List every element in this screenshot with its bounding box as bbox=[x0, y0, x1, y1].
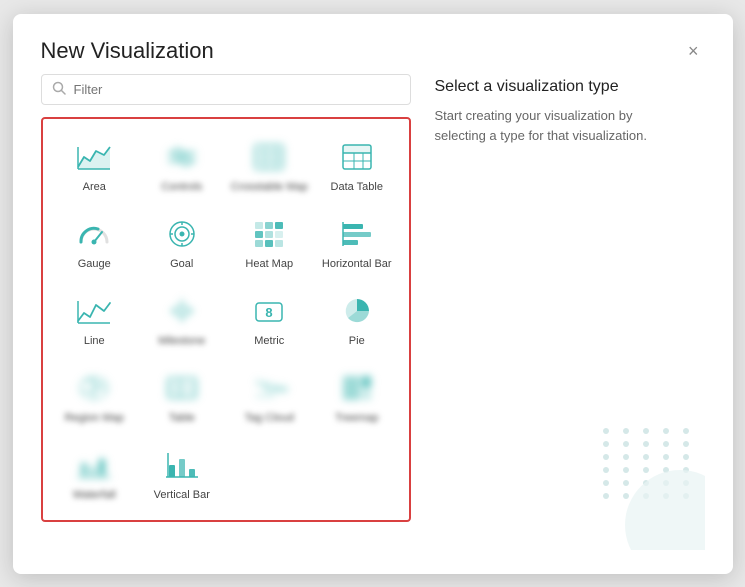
line-label: Line bbox=[84, 335, 105, 348]
heat-map-icon bbox=[249, 216, 289, 252]
treemap-icon bbox=[337, 370, 377, 406]
decorative-dot bbox=[623, 454, 629, 460]
decorative-dot bbox=[623, 428, 629, 434]
decorative-dot bbox=[603, 428, 609, 434]
viz-item-vertical-bar[interactable]: Vertical Bar bbox=[138, 437, 226, 510]
search-icon bbox=[52, 81, 66, 98]
decorative-dot bbox=[603, 454, 609, 460]
goal-label: Goal bbox=[170, 258, 193, 271]
viz-item-horizontal-bar[interactable]: Horizontal Bar bbox=[313, 206, 401, 279]
svg-text:words: words bbox=[255, 393, 275, 400]
right-panel: Select a visualization type Start creati… bbox=[435, 74, 705, 550]
viz-item-heat-map[interactable]: Heat Map bbox=[226, 206, 314, 279]
decorative-dot bbox=[683, 441, 689, 447]
vertical-bar-icon bbox=[162, 447, 202, 483]
decorative-dot bbox=[623, 441, 629, 447]
viz-item-metric[interactable]: 8 Metric bbox=[226, 283, 314, 356]
decorative-dot bbox=[663, 428, 669, 434]
viz-item-waterfall[interactable]: Waterfall bbox=[51, 437, 139, 510]
viz-item-treemap[interactable]: Treemap bbox=[313, 360, 401, 433]
milestone-label: Milestone bbox=[158, 335, 205, 348]
filter-bar bbox=[41, 74, 411, 105]
viz-item-region-map[interactable]: Region Map bbox=[51, 360, 139, 433]
decorative-dot bbox=[643, 441, 649, 447]
decorative-dot bbox=[603, 480, 609, 486]
controls-icon bbox=[162, 139, 202, 175]
viz-item-gauge[interactable]: Gauge bbox=[51, 206, 139, 279]
region-map-label: Region Map bbox=[65, 412, 124, 425]
metric-icon: 8 bbox=[249, 293, 289, 329]
milestone-icon bbox=[162, 293, 202, 329]
left-panel: Area Controls Crosstable Map Data Table … bbox=[41, 74, 411, 550]
decorative-dot bbox=[643, 467, 649, 473]
decorative-dot bbox=[663, 441, 669, 447]
viz-item-area[interactable]: Area bbox=[51, 129, 139, 202]
dialog-title: New Visualization bbox=[41, 38, 214, 64]
decorative-dot bbox=[623, 467, 629, 473]
table-icon bbox=[162, 370, 202, 406]
decorative-dots bbox=[595, 420, 705, 550]
area-label: Area bbox=[83, 181, 106, 194]
data-table-label: Data Table bbox=[331, 181, 383, 194]
svg-text:8: 8 bbox=[266, 305, 273, 320]
right-panel-description: Start creating your visualization by sel… bbox=[435, 106, 655, 148]
decorative-dot bbox=[603, 467, 609, 473]
viz-item-table[interactable]: Table bbox=[138, 360, 226, 433]
horizontal-bar-label: Horizontal Bar bbox=[322, 258, 392, 271]
gauge-icon bbox=[74, 216, 114, 252]
decorative-dot bbox=[603, 441, 609, 447]
goal-icon bbox=[162, 216, 202, 252]
crosstab-label: Crosstable Map bbox=[231, 181, 308, 194]
dialog-header: New Visualization × bbox=[13, 14, 733, 74]
metric-label: Metric bbox=[254, 335, 284, 348]
viz-item-milestone[interactable]: Milestone bbox=[138, 283, 226, 356]
right-panel-title: Select a visualization type bbox=[435, 78, 705, 96]
vertical-bar-label: Vertical Bar bbox=[154, 489, 210, 502]
viz-item-data-table[interactable]: Data Table bbox=[313, 129, 401, 202]
filter-input[interactable] bbox=[74, 82, 400, 97]
crosstab-icon bbox=[249, 139, 289, 175]
line-icon bbox=[74, 293, 114, 329]
decorative-dot bbox=[663, 454, 669, 460]
viz-item-pie[interactable]: Pie bbox=[313, 283, 401, 356]
decorative-dot bbox=[683, 428, 689, 434]
decorative-dot bbox=[683, 454, 689, 460]
region-map-icon bbox=[74, 370, 114, 406]
close-button[interactable]: × bbox=[682, 40, 705, 62]
decorative-dot bbox=[623, 480, 629, 486]
viz-item-controls[interactable]: Controls bbox=[138, 129, 226, 202]
waterfall-label: Waterfall bbox=[73, 489, 116, 502]
viz-item-goal[interactable]: Goal bbox=[138, 206, 226, 279]
waterfall-icon bbox=[74, 447, 114, 483]
decorative-dot bbox=[623, 493, 629, 499]
treemap-label: Treemap bbox=[335, 412, 379, 425]
dialog-body: Area Controls Crosstable Map Data Table … bbox=[13, 74, 733, 574]
data-table-icon bbox=[337, 139, 377, 175]
controls-label: Controls bbox=[161, 181, 202, 194]
viz-item-line[interactable]: Line bbox=[51, 283, 139, 356]
decorative-dot bbox=[603, 493, 609, 499]
new-visualization-dialog: New Visualization × Area Cont bbox=[13, 14, 733, 574]
tag-cloud-icon: Tag Cloud words bbox=[249, 370, 289, 406]
horizontal-bar-icon bbox=[337, 216, 377, 252]
gauge-label: Gauge bbox=[78, 258, 111, 271]
viz-grid: Area Controls Crosstable Map Data Table … bbox=[41, 117, 411, 523]
area-icon bbox=[74, 139, 114, 175]
pie-icon bbox=[337, 293, 377, 329]
decorative-dot bbox=[643, 454, 649, 460]
viz-item-tag-cloud[interactable]: Tag Cloud words Tag Cloud bbox=[226, 360, 314, 433]
viz-item-crosstab[interactable]: Crosstable Map bbox=[226, 129, 314, 202]
tag-cloud-label: Tag Cloud bbox=[244, 412, 294, 425]
table-label: Table bbox=[169, 412, 195, 425]
heat-map-label: Heat Map bbox=[245, 258, 293, 271]
pie-label: Pie bbox=[349, 335, 365, 348]
decorative-dot bbox=[643, 428, 649, 434]
